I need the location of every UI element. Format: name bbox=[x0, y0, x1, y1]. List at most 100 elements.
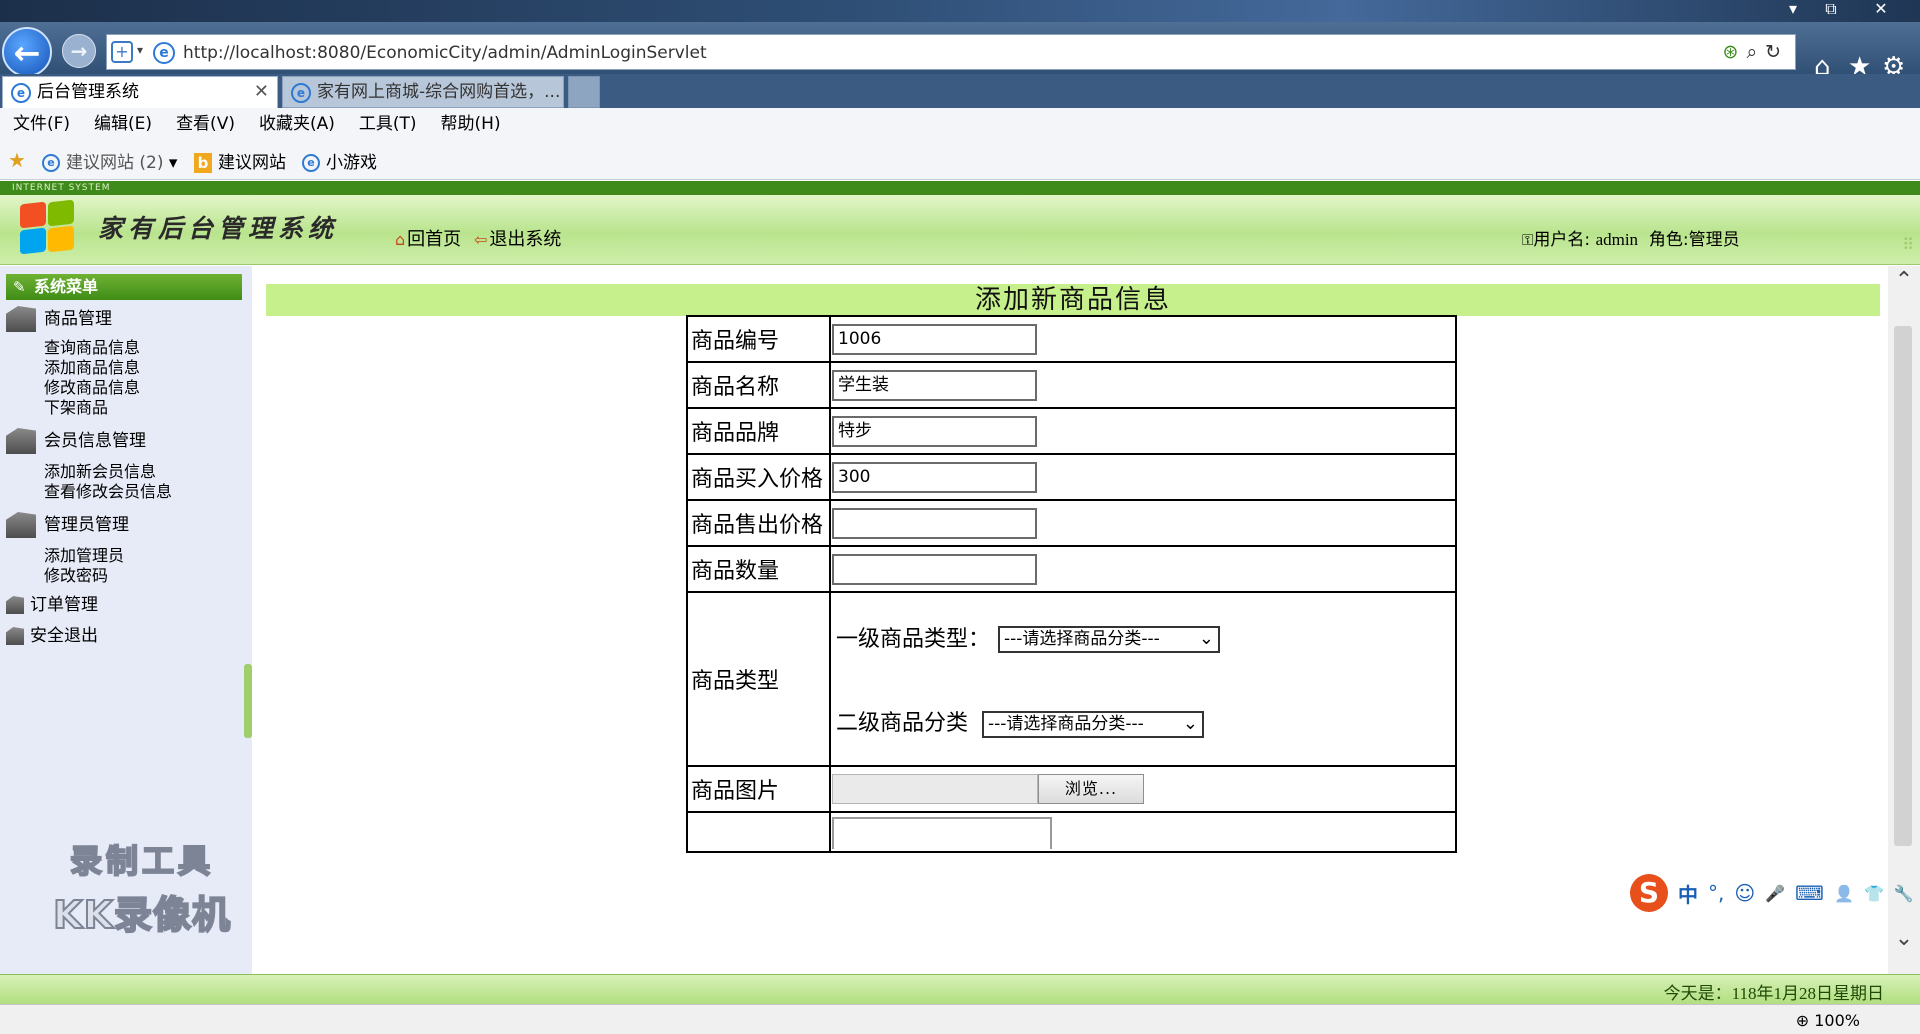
group-label: 管理员管理 bbox=[44, 515, 129, 535]
favorites-star-icon[interactable]: ★ bbox=[8, 148, 26, 172]
tab-label: 家有网上商城-综合网购首选，... bbox=[317, 82, 561, 102]
level1-label: 一级商品类型： bbox=[836, 626, 991, 652]
url-text[interactable]: http://localhost:8080/EconomicCity/admin… bbox=[183, 43, 707, 63]
add-site-icon[interactable]: + bbox=[111, 41, 133, 63]
vertical-scrollbar[interactable]: ⌃ ⌄ bbox=[1888, 266, 1920, 975]
ime-chinese-toggle[interactable]: 中 bbox=[1678, 879, 1698, 908]
scroll-up-icon[interactable]: ⌃ bbox=[1892, 268, 1916, 293]
menu-tools[interactable]: 工具(T) bbox=[346, 108, 428, 140]
sidebar-item-add-goods[interactable]: 添加商品信息 bbox=[44, 358, 140, 378]
form-row: 商品编号 1006 bbox=[686, 315, 1457, 363]
logout-link[interactable]: ⇦ 退出系统 bbox=[474, 225, 561, 251]
sidebar-item-add-member[interactable]: 添加新会员信息 bbox=[44, 462, 156, 482]
sidebar-item-remove-goods[interactable]: 下架商品 bbox=[44, 398, 108, 418]
group-label: 订单管理 bbox=[30, 595, 98, 615]
sidebar-item-edit-goods[interactable]: 修改商品信息 bbox=[44, 378, 140, 398]
exit-arrow-icon: ⇦ bbox=[474, 230, 488, 249]
site-header: 家有后台管理系统 ⌂ 回首页 ⇦ 退出系统 ⚿用户名: admin 角色:管理员 ⠿ bbox=[0, 195, 1920, 265]
menu-view[interactable]: 查看(V) bbox=[163, 108, 246, 140]
zoom-control[interactable]: ⊕ 100% bbox=[1796, 1011, 1860, 1030]
close-tab-icon[interactable]: ✕ bbox=[254, 77, 269, 107]
chevron-down-icon[interactable]: ▾ bbox=[137, 43, 143, 57]
ime-punctuation-icon[interactable]: °, bbox=[1708, 881, 1724, 905]
field-label: 商品数量 bbox=[686, 545, 831, 593]
menu-edit[interactable]: 编辑(E) bbox=[81, 108, 163, 140]
ime-voice-icon[interactable]: 🎤 bbox=[1765, 884, 1785, 903]
sidebar-group-logout[interactable]: 安全退出 bbox=[6, 621, 98, 646]
home-link-label: 回首页 bbox=[407, 229, 462, 250]
tab-shop[interactable]: e 家有网上商城-综合网购首选，... bbox=[282, 76, 564, 108]
favorites-bar: ★ e 建议网站 (2) ▾ b 建议网站 e 小游戏 bbox=[0, 140, 1920, 180]
tab-label: 后台管理系统 bbox=[37, 82, 139, 102]
file-path-input[interactable] bbox=[832, 774, 1038, 804]
goods-name-input[interactable]: 学生装 bbox=[832, 369, 1037, 401]
menu-favorites[interactable]: 收藏夹(A) bbox=[246, 108, 346, 140]
field-cell: 1006 bbox=[829, 315, 1457, 363]
sidebar-group-orders[interactable]: 订单管理 bbox=[6, 590, 98, 615]
sidebar-item-change-password[interactable]: 修改密码 bbox=[44, 566, 108, 586]
sidebar-splitter[interactable] bbox=[244, 664, 252, 738]
tab-admin[interactable]: e 后台管理系统 ✕ bbox=[2, 76, 278, 108]
buy-price-input[interactable]: 300 bbox=[832, 461, 1037, 493]
sell-price-input[interactable] bbox=[832, 507, 1037, 539]
description-textarea[interactable] bbox=[832, 817, 1052, 849]
level2-category-select[interactable]: ---请选择商品分类--- ⌄ bbox=[982, 710, 1205, 738]
file-upload: 浏览... bbox=[832, 774, 1455, 804]
refresh-icon[interactable]: ↻ bbox=[1765, 41, 1789, 63]
role-name: 管理员 bbox=[1688, 230, 1740, 250]
form-row: 商品买入价格 300 bbox=[686, 453, 1457, 501]
ime-skin-icon[interactable]: 👕 bbox=[1864, 884, 1884, 903]
fav-suggested-sites[interactable]: e 建议网站 (2) ▾ bbox=[42, 148, 177, 173]
address-bar[interactable]: + ▾ e http://localhost:8080/EconomicCity… bbox=[106, 34, 1796, 70]
search-icon[interactable]: ⌕ bbox=[1746, 41, 1765, 63]
fav-bing-suggested[interactable]: b 建议网站 bbox=[194, 148, 286, 173]
back-button[interactable]: ← bbox=[2, 27, 52, 77]
sidebar-group-admins[interactable]: 管理员管理 bbox=[6, 510, 129, 538]
field-label: 商品图片 bbox=[686, 765, 831, 813]
close-window-icon[interactable]: ✕ bbox=[1862, 0, 1900, 20]
form-title: 添加新商品信息 bbox=[266, 284, 1880, 316]
main-content: 添加新商品信息 商品编号 1006 商品名称 学生装 商品品牌 特步 商品买入价… bbox=[266, 266, 1892, 975]
new-tab-button[interactable] bbox=[568, 76, 600, 108]
sidebar-item-view-members[interactable]: 查看修改会员信息 bbox=[44, 482, 172, 502]
form-row: 商品类型 一级商品类型： ---请选择商品分类--- ⌄ 二级商品分类 ---请选择商… bbox=[686, 591, 1457, 767]
recorder-watermark: 录制工具 KK录像机 bbox=[44, 836, 240, 939]
browse-button[interactable]: 浏览... bbox=[1038, 774, 1144, 804]
address-actions: ⊛⌕↻ bbox=[1723, 41, 1789, 63]
goods-brand-input[interactable]: 特步 bbox=[832, 415, 1037, 447]
watermark-line2: KK录像机 bbox=[52, 892, 231, 938]
ie-icon: e bbox=[153, 42, 175, 64]
compat-icon[interactable]: ⊛ bbox=[1723, 41, 1747, 63]
ime-tools-icon[interactable]: 🔧 bbox=[1894, 884, 1914, 903]
level1-category-select[interactable]: ---请选择商品分类--- ⌄ bbox=[998, 626, 1221, 653]
field-cell bbox=[829, 499, 1457, 547]
sidebar-item-add-admin[interactable]: 添加管理员 bbox=[44, 546, 124, 566]
user-name: admin bbox=[1595, 230, 1639, 249]
level2-row: 二级商品分类 ---请选择商品分类--- ⌄ bbox=[836, 705, 1455, 738]
date-text: 118年1月28日星期日 bbox=[1731, 984, 1884, 1003]
fav-mini-games[interactable]: e 小游戏 bbox=[302, 148, 377, 173]
sidebar-group-members[interactable]: 会员信息管理 bbox=[6, 426, 146, 454]
group-label: 商品管理 bbox=[44, 309, 112, 329]
sidebar-group-goods[interactable]: 商品管理 bbox=[6, 304, 112, 332]
forward-button[interactable]: → bbox=[62, 34, 96, 68]
ime-user-icon[interactable]: 👤 bbox=[1834, 884, 1854, 903]
menu-file[interactable]: 文件(F) bbox=[0, 108, 81, 140]
quantity-input[interactable] bbox=[832, 553, 1037, 585]
field-label: 商品买入价格 bbox=[686, 453, 831, 501]
folder-icon bbox=[6, 428, 36, 454]
restore-icon[interactable]: ⧉ bbox=[1812, 0, 1850, 20]
scroll-down-icon[interactable]: ⌄ bbox=[1892, 926, 1916, 951]
chevron-down-icon[interactable]: ▾ bbox=[169, 153, 178, 173]
ime-emoji-icon[interactable]: ☺ bbox=[1734, 881, 1755, 905]
scroll-thumb[interactable] bbox=[1894, 326, 1912, 846]
ime-keyboard-icon[interactable]: ⌨ bbox=[1795, 881, 1824, 905]
menu-help[interactable]: 帮助(H) bbox=[428, 108, 512, 140]
zoom-icon: ⊕ bbox=[1795, 1011, 1810, 1030]
sogou-ime-icon[interactable]: S bbox=[1630, 874, 1668, 912]
group-label: 会员信息管理 bbox=[44, 431, 146, 451]
sidebar-item-query-goods[interactable]: 查询商品信息 bbox=[44, 338, 140, 358]
goods-id-input[interactable]: 1006 bbox=[832, 323, 1037, 355]
home-link[interactable]: ⌂ 回首页 bbox=[395, 225, 461, 251]
minimize-icon[interactable]: ▾ bbox=[1774, 0, 1812, 20]
